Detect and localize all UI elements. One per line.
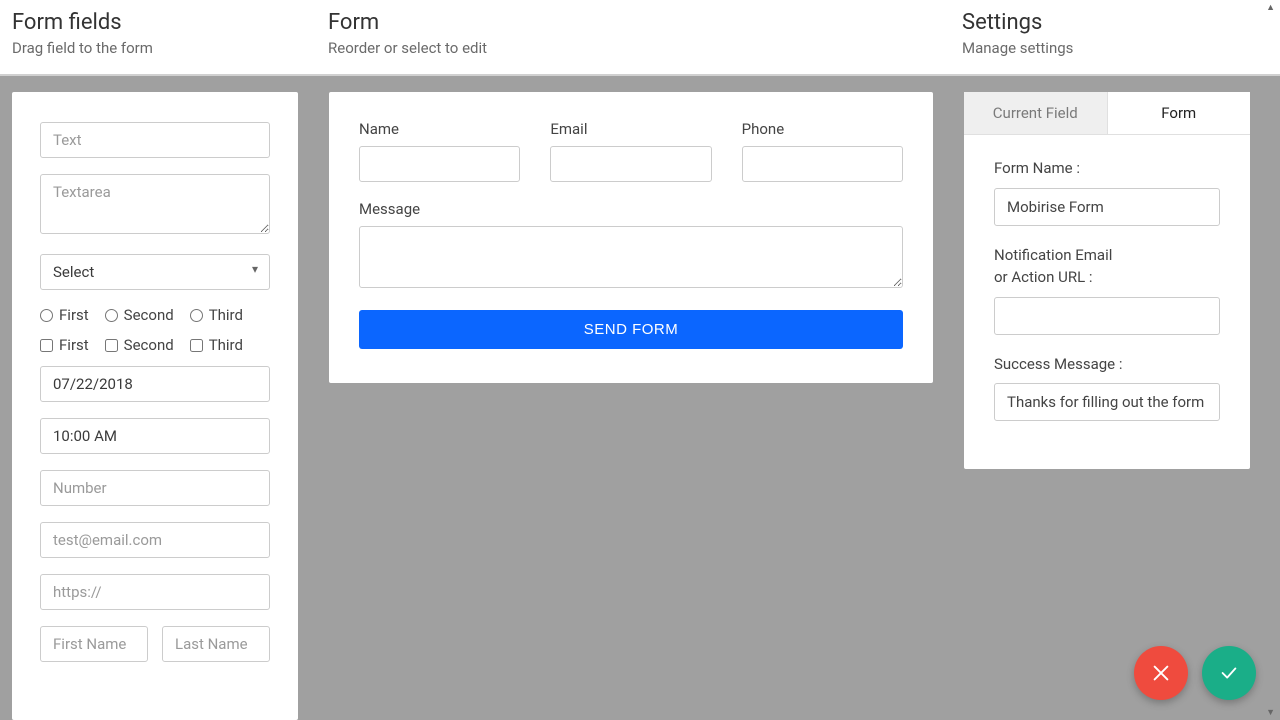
- radio-label: First: [59, 306, 89, 324]
- scroll-down-icon[interactable]: ▼: [1266, 707, 1275, 718]
- fields-title: Form fields: [12, 10, 328, 35]
- message-input[interactable]: [359, 226, 903, 288]
- field-date[interactable]: [40, 366, 270, 402]
- form-title: Form: [328, 10, 962, 35]
- notification-input[interactable]: [994, 297, 1220, 335]
- phone-input[interactable]: [742, 146, 903, 182]
- form-fields-panel: Select First Second Third First Second T…: [12, 92, 298, 720]
- message-label: Message: [359, 200, 903, 218]
- fields-subtitle: Drag field to the form: [12, 39, 328, 57]
- scroll-up-icon[interactable]: ▲: [1266, 2, 1275, 13]
- notification-label: Notification Email or Action URL :: [994, 244, 1220, 289]
- settings-subtitle: Manage settings: [962, 39, 1280, 57]
- field-checkbox-group[interactable]: First Second Third: [40, 336, 270, 354]
- checkbox-label: First: [59, 336, 89, 354]
- radio-third[interactable]: [190, 309, 203, 322]
- success-input[interactable]: [994, 383, 1220, 421]
- settings-panel: Current Field Form Form Name : Notificat…: [964, 92, 1250, 469]
- field-lastname[interactable]: [162, 626, 270, 662]
- success-label: Success Message :: [994, 353, 1220, 376]
- name-label: Name: [359, 120, 520, 138]
- checkbox-label: Third: [209, 336, 243, 354]
- notif-label-line1: Notification Email: [994, 246, 1112, 264]
- field-text[interactable]: [40, 122, 270, 158]
- name-input[interactable]: [359, 146, 520, 182]
- field-textarea[interactable]: [40, 174, 270, 234]
- top-header: Form fields Drag field to the form Form …: [0, 0, 1280, 76]
- cancel-button[interactable]: [1134, 646, 1188, 700]
- radio-label: Second: [124, 306, 174, 324]
- field-firstname[interactable]: [40, 626, 148, 662]
- checkbox-first[interactable]: [40, 339, 53, 352]
- settings-title: Settings: [962, 10, 1280, 35]
- field-time[interactable]: [40, 418, 270, 454]
- field-number[interactable]: [40, 470, 270, 506]
- notif-label-line2: or Action URL :: [994, 268, 1093, 286]
- field-email[interactable]: [40, 522, 270, 558]
- field-radio-group[interactable]: First Second Third: [40, 306, 270, 324]
- close-icon: [1150, 662, 1172, 684]
- email-label: Email: [550, 120, 711, 138]
- field-select[interactable]: Select: [40, 254, 270, 290]
- email-input[interactable]: [550, 146, 711, 182]
- send-form-button[interactable]: SEND FORM: [359, 310, 903, 349]
- tab-current-field[interactable]: Current Field: [964, 92, 1108, 135]
- radio-first[interactable]: [40, 309, 53, 322]
- tab-form[interactable]: Form: [1108, 92, 1251, 135]
- form-name-label: Form Name :: [994, 157, 1220, 180]
- checkbox-second[interactable]: [105, 339, 118, 352]
- radio-second[interactable]: [105, 309, 118, 322]
- confirm-button[interactable]: [1202, 646, 1256, 700]
- form-preview-panel: Name Email Phone Message SEND FORM: [329, 92, 933, 383]
- field-url[interactable]: [40, 574, 270, 610]
- radio-label: Third: [209, 306, 243, 324]
- form-subtitle: Reorder or select to edit: [328, 39, 962, 57]
- form-name-input[interactable]: [994, 188, 1220, 226]
- checkbox-label: Second: [124, 336, 174, 354]
- check-icon: [1218, 662, 1240, 684]
- phone-label: Phone: [742, 120, 903, 138]
- checkbox-third[interactable]: [190, 339, 203, 352]
